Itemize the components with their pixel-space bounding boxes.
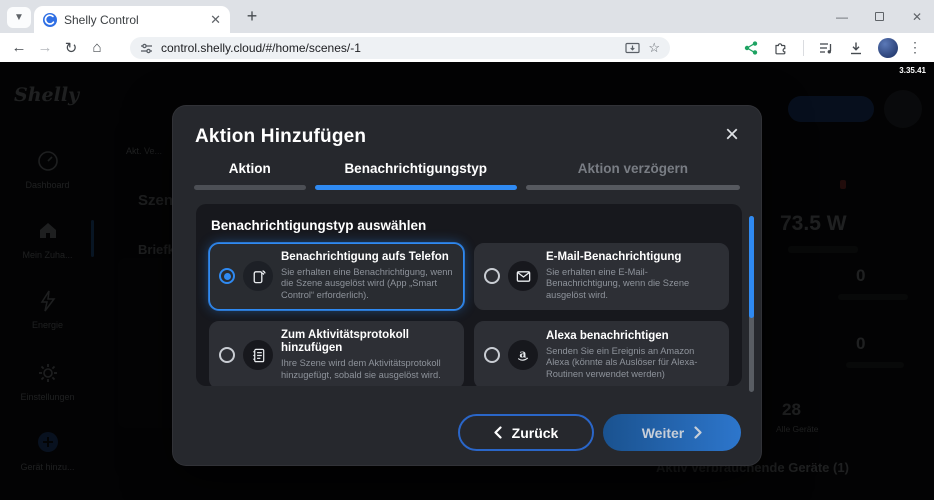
address-bar[interactable]: control.shelly.cloud/#/home/scenes/-1 ☆ (130, 37, 670, 59)
home-button[interactable]: ⌂ (84, 39, 110, 56)
shelly-favicon-icon (43, 13, 57, 27)
add-action-dialog: Aktion Hinzufügen × Aktion Benachrichtig… (172, 105, 762, 466)
notification-type-panel: Benachrichtigungstyp auswählen Benachric… (196, 204, 742, 386)
tab-search-button[interactable]: ▼ (7, 7, 31, 28)
activity-log-icon (243, 340, 273, 370)
phone-notification-icon (243, 261, 273, 291)
option-alexa-notify[interactable]: a Alexa benachrichtigen Senden Sie ein E… (474, 321, 729, 386)
radio-unselected[interactable] (484, 268, 500, 284)
downloads-icon[interactable] (849, 41, 863, 55)
toolbar-divider (803, 40, 804, 56)
step-progress-bar (194, 185, 306, 190)
radio-selected[interactable] (219, 268, 235, 284)
amazon-alexa-icon: a (508, 340, 538, 370)
browser-menu-icon[interactable]: ⋮ (908, 39, 922, 56)
browser-tab[interactable]: Shelly Control ✕ (34, 6, 230, 33)
back-button[interactable]: ← (6, 39, 32, 56)
url-text[interactable]: control.shelly.cloud/#/home/scenes/-1 (161, 41, 617, 55)
extensions-icon[interactable] (773, 40, 788, 55)
radio-unselected[interactable] (484, 347, 500, 363)
forward-button[interactable]: → (32, 39, 58, 56)
site-info-icon[interactable] (140, 42, 153, 55)
option-phone-notification[interactable]: Benachrichtigung aufs Telefon Sie erhalt… (209, 243, 464, 310)
chevron-right-icon (694, 426, 702, 439)
wizard-steps: Aktion Benachrichtigungstyp Aktion verzö… (173, 161, 761, 190)
email-icon (508, 261, 538, 291)
modal-scrollbar[interactable] (749, 216, 754, 392)
chevron-left-icon (494, 426, 502, 439)
browser-toolbar: ← → ↻ ⌂ control.shelly.cloud/#/home/scen… (0, 33, 934, 62)
browser-tab-strip: ▼ Shelly Control ✕ + — ✕ (0, 0, 934, 33)
step-benachrichtigungstyp[interactable]: Benachrichtigungstyp (315, 161, 517, 190)
reading-list-icon[interactable] (819, 41, 834, 55)
app-version: 3.35.41 (899, 66, 926, 75)
svg-text:a: a (519, 348, 526, 361)
window-minimize-button[interactable]: — (835, 10, 849, 24)
step-aktion[interactable]: Aktion (194, 161, 306, 190)
scrollbar-thumb[interactable] (749, 216, 754, 318)
bookmark-star-icon[interactable]: ☆ (648, 40, 660, 56)
tab-title: Shelly Control (64, 13, 203, 27)
radio-unselected[interactable] (219, 347, 235, 363)
next-button-modal[interactable]: Weiter (603, 414, 741, 451)
new-tab-button[interactable]: + (240, 4, 264, 28)
profile-avatar[interactable] (878, 38, 898, 58)
option-email-notification[interactable]: E-Mail-Benachrichtigung Sie erhalten ein… (474, 243, 729, 310)
close-icon[interactable]: × (725, 126, 739, 144)
reload-button[interactable]: ↻ (58, 39, 84, 57)
shelly-app-page: Shelly Dashboard Mein Zuha... Energie Ei… (0, 62, 934, 500)
dialog-title: Aktion Hinzufügen (195, 126, 366, 148)
option-activity-log[interactable]: Zum Aktivitätsprotokoll hinzufügen Ihre … (209, 321, 464, 386)
step-progress-bar-active (315, 185, 517, 190)
tab-close-icon[interactable]: ✕ (210, 13, 221, 26)
step-progress-bar (526, 185, 740, 190)
panel-title: Benachrichtigungstyp auswählen (211, 218, 729, 233)
share-icon[interactable] (744, 41, 758, 55)
install-app-icon[interactable] (625, 42, 640, 55)
step-aktion-verzoegern[interactable]: Aktion verzögern (526, 161, 740, 190)
back-button-modal[interactable]: Zurück (458, 414, 594, 451)
window-maximize-button[interactable] (875, 12, 884, 21)
window-close-button[interactable]: ✕ (910, 10, 924, 24)
browser-window: ▼ Shelly Control ✕ + — ✕ ← → ↻ ⌂ control… (0, 0, 934, 500)
